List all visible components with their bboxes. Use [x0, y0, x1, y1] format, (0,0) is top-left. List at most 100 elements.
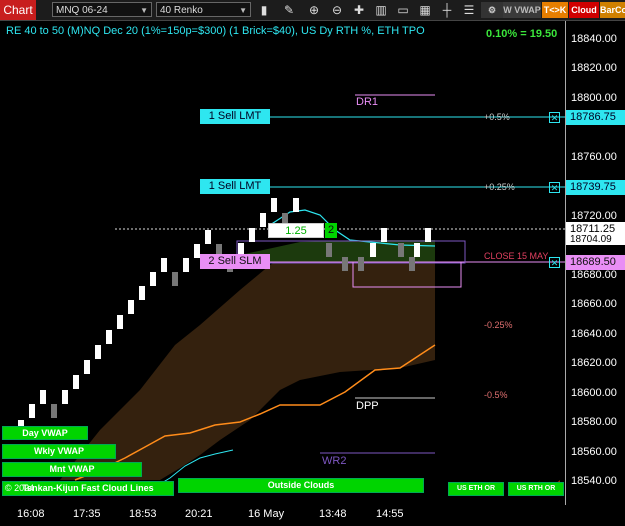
ruler-icon[interactable]: ┼	[438, 1, 456, 19]
y-tick: 18620.00	[571, 357, 617, 369]
brick	[358, 257, 364, 271]
us-eth-or-button[interactable]: US ETH OR	[448, 482, 504, 496]
order-2-price-tag: 18739.75	[566, 180, 625, 195]
cloud-area	[60, 242, 435, 480]
wr2-label: WR2	[322, 455, 347, 467]
x-tick: 17:35	[73, 508, 101, 520]
brick	[139, 286, 145, 300]
brick	[62, 390, 68, 404]
brick	[249, 228, 255, 242]
monthly-vwap-button[interactable]: Mnt VWAP	[2, 462, 142, 477]
settings-icon[interactable]: ⚙	[481, 2, 503, 18]
zoom-in-icon[interactable]: ⊕	[305, 1, 323, 19]
brick	[73, 375, 79, 389]
x-tick: 20:21	[185, 508, 213, 520]
us-rth-or-button[interactable]: US RTH OR	[508, 482, 564, 496]
bar-chart-icon[interactable]: ▥	[372, 1, 390, 19]
sell-limit-order-1[interactable]: 1 Sell LMT	[200, 109, 270, 124]
dr1-label: DR1	[356, 96, 379, 108]
brick	[370, 243, 376, 257]
data-box-icon[interactable]: ▭	[394, 1, 412, 19]
brick	[161, 258, 167, 272]
bar-type-selector[interactable]: 40 Renko ▼	[156, 2, 251, 17]
y-tick: 18540.00	[571, 475, 617, 487]
brick	[172, 272, 178, 286]
neg025-label: -0.25%	[484, 320, 513, 330]
sell-stop-order[interactable]: 2 Sell SLM	[200, 254, 270, 269]
brick	[381, 228, 387, 242]
brick	[271, 198, 277, 212]
order-2-pct: +0.25%	[484, 182, 515, 192]
x-tick: 14:55	[376, 508, 404, 520]
vvwap-toggle[interactable]: W VWAP	[503, 2, 541, 18]
y-tick: 18580.00	[571, 416, 617, 428]
brick	[260, 213, 266, 227]
x-tick: 16 May	[248, 508, 285, 520]
position-qty[interactable]: 2	[325, 223, 337, 238]
copyright-text: © 2024	[5, 483, 35, 493]
y-tick: 18840.00	[571, 33, 617, 45]
y-tick: 18680.00	[571, 269, 617, 281]
order-1-price-tag: 18786.75	[566, 110, 625, 125]
crosshair-icon[interactable]: ✚	[350, 1, 368, 19]
barcolor-toggle[interactable]: BarCo	[600, 2, 625, 18]
brick	[84, 360, 90, 374]
y-tick: 18640.00	[571, 328, 617, 340]
brick	[150, 272, 156, 286]
neg05-label: -0.5%	[484, 390, 508, 400]
properties-icon[interactable]: ☰	[460, 1, 478, 19]
y-tick: 18600.00	[571, 387, 617, 399]
cancel-order-3-icon[interactable]: ✕	[549, 257, 560, 268]
x-tick: 16:08	[17, 508, 45, 520]
weekly-vwap-button[interactable]: Wkly VWAP	[2, 444, 116, 459]
chart-title: RE 40 to 50 (M)NQ Dec 20 (1%=150p=$300) …	[6, 25, 425, 37]
brick	[29, 404, 35, 418]
cloud-toggle[interactable]: Cloud	[569, 2, 599, 18]
grid-icon[interactable]: ▦	[416, 1, 434, 19]
order-3-note: CLOSE 15 MAY	[484, 251, 549, 261]
brick	[342, 257, 348, 271]
y-tick: 18660.00	[571, 298, 617, 310]
bar-type-value: 40 Renko	[160, 5, 203, 16]
position-pnl[interactable]: 1.25	[268, 223, 324, 238]
outside-clouds-button[interactable]: Outside Clouds	[178, 478, 424, 493]
order-3-price-tag: 18689.50	[566, 255, 625, 270]
brick	[398, 243, 404, 257]
brick	[293, 198, 299, 212]
draw-pencil-icon[interactable]: ✎	[280, 1, 298, 19]
brick	[205, 230, 211, 244]
bar-style-icon[interactable]: ▮	[255, 1, 273, 19]
brick	[409, 257, 415, 271]
instrument-selector[interactable]: MNQ 06-24 ▼	[52, 2, 152, 17]
brick	[425, 228, 431, 242]
partial-price-tag: 18704.09	[566, 234, 625, 245]
y-tick: 18820.00	[571, 62, 617, 74]
brick	[40, 390, 46, 404]
brick	[183, 258, 189, 272]
brick	[51, 404, 57, 418]
app-chart-tab[interactable]: Chart	[0, 0, 36, 20]
x-tick: 13:48	[319, 508, 347, 520]
brick	[106, 330, 112, 344]
day-vwap-button[interactable]: Day VWAP	[2, 426, 88, 440]
y-tick: 18800.00	[571, 92, 617, 104]
cancel-order-2-icon[interactable]: ✕	[549, 182, 560, 193]
brick	[128, 300, 134, 314]
brick	[117, 315, 123, 329]
cancel-order-1-icon[interactable]: ✕	[549, 112, 560, 123]
y-tick: 18720.00	[571, 210, 617, 222]
zoom-out-icon[interactable]: ⊖	[328, 1, 346, 19]
order-1-pct: +0.5%	[484, 112, 510, 122]
y-tick: 18760.00	[571, 151, 617, 163]
chevron-down-icon: ▼	[140, 6, 148, 15]
sell-limit-order-2[interactable]: 1 Sell LMT	[200, 179, 270, 194]
y-tick: 18560.00	[571, 446, 617, 458]
percent-readout: 0.10% = 19.50	[486, 28, 558, 40]
chevron-down-icon: ▼	[239, 6, 247, 15]
brick	[95, 345, 101, 359]
tk-toggle[interactable]: T<>K	[542, 2, 568, 18]
dpp-label: DPP	[356, 400, 379, 412]
x-tick: 18:53	[129, 508, 157, 520]
brick	[326, 243, 332, 257]
instrument-value: MNQ 06-24	[56, 5, 108, 16]
